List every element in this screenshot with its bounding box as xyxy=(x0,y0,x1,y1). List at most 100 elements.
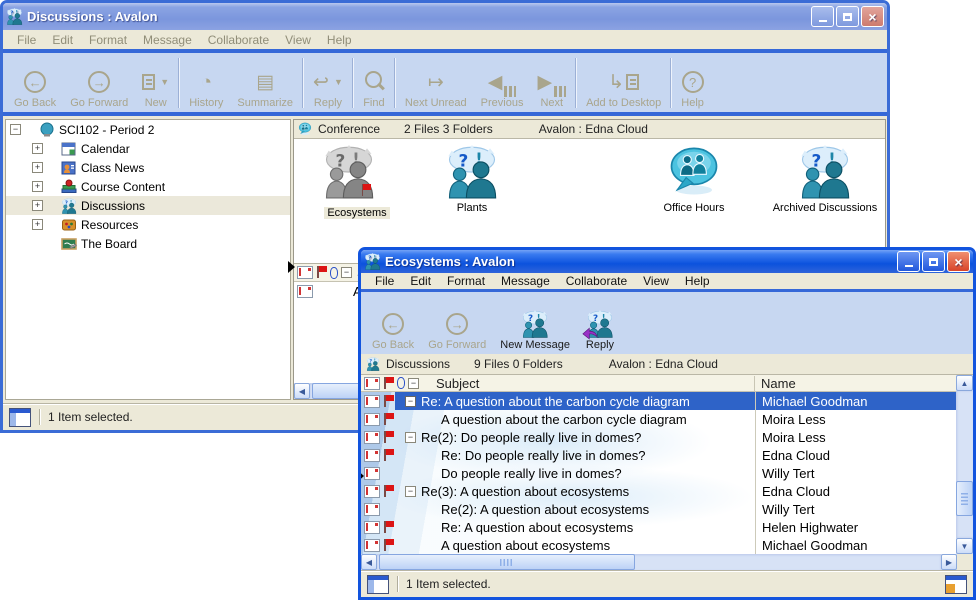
flag-icon xyxy=(361,184,372,197)
menu-edit[interactable]: Edit xyxy=(44,32,81,48)
message-row[interactable]: −Re(2): Do people really live in domes? … xyxy=(361,428,956,446)
tree-item-the-board[interactable]: + The Board xyxy=(6,234,290,253)
title-bar[interactable]: Discussions : Avalon × xyxy=(3,3,887,30)
title-bar[interactable]: Ecosystems : Avalon × xyxy=(361,250,973,273)
plants-icon xyxy=(445,145,499,199)
scrollbar-thumb[interactable] xyxy=(379,554,635,570)
conference-header: Conference 2 Files 3 Folders Avalon : Ed… xyxy=(294,120,885,139)
collapse-toggle[interactable]: − xyxy=(405,486,416,497)
vertical-scrollbar[interactable]: ▲ ▼ xyxy=(956,375,973,554)
menu-view[interactable]: View xyxy=(635,273,677,289)
expand-box[interactable]: + xyxy=(32,162,43,173)
toggle-pane-icon[interactable] xyxy=(9,408,31,427)
message-row[interactable]: A question about ecosystems Michael Good… xyxy=(361,536,956,554)
menu-file[interactable]: File xyxy=(367,273,402,289)
go-forward-button[interactable]: → Go Forward xyxy=(421,294,493,353)
message-icon xyxy=(364,503,380,516)
next-button[interactable]: ▶ Next xyxy=(530,55,573,111)
subject-text: Re: A question about ecosystems xyxy=(441,520,633,535)
scroll-left-arrow[interactable]: ◀ xyxy=(294,383,310,399)
reply-button[interactable]: Reply xyxy=(577,294,623,353)
maximize-button[interactable] xyxy=(922,251,945,272)
collapse-toggle[interactable]: − xyxy=(405,396,416,407)
attachment-column-icon xyxy=(397,377,405,389)
menu-file[interactable]: File xyxy=(9,32,44,48)
scroll-right-arrow[interactable]: ▶ xyxy=(941,554,957,570)
desktop-icon-archived-discussions[interactable]: Archived Discussions xyxy=(769,145,881,214)
message-row[interactable]: Re: Do people really live in domes? Edna… xyxy=(361,446,956,464)
expand-box[interactable]: + xyxy=(32,200,43,211)
message-icon xyxy=(364,539,380,552)
menu-help[interactable]: Help xyxy=(677,273,718,289)
go-forward-button[interactable]: → Go Forward xyxy=(63,55,135,111)
go-back-button[interactable]: ← Go Back xyxy=(365,294,421,353)
menu-edit[interactable]: Edit xyxy=(402,273,439,289)
scroll-left-arrow[interactable]: ◀ xyxy=(361,554,377,570)
menu-message[interactable]: Message xyxy=(135,32,200,48)
history-button[interactable]: ◔ History xyxy=(182,55,230,111)
new-message-button[interactable]: New Message xyxy=(493,294,577,353)
subject-column-label[interactable]: Subject xyxy=(436,376,754,391)
summarize-button[interactable]: ▤ Summarize xyxy=(230,55,300,111)
next-unread-icon: ↦ xyxy=(428,73,444,92)
reply-button[interactable]: ↩▼ Reply xyxy=(306,55,350,111)
view-mode-icon[interactable] xyxy=(945,575,967,594)
minimize-button[interactable] xyxy=(811,6,834,27)
desktop-icon-office-hours[interactable]: Office Hours xyxy=(646,145,742,214)
tree-item-course-content[interactable]: + Course Content xyxy=(6,177,290,196)
toolbar: ← Go Back → Go Forward ▼ New ◔ History ▤… xyxy=(3,53,887,112)
go-back-button[interactable]: ← Go Back xyxy=(7,55,63,111)
desktop-icon-ecosystems[interactable]: Ecosystems xyxy=(309,145,405,219)
horizontal-scrollbar[interactable]: ◀ ▶ xyxy=(361,554,973,570)
dropdown-arrow-icon[interactable]: ▼ xyxy=(160,77,169,87)
toolbar-separator xyxy=(670,58,672,108)
desktop-icon-plants[interactable]: Plants xyxy=(424,145,520,214)
resources-icon xyxy=(61,217,77,233)
menu-collaborate[interactable]: Collaborate xyxy=(200,32,277,48)
previous-button[interactable]: ◀ Previous xyxy=(474,55,531,111)
collapse-box[interactable]: − xyxy=(10,124,21,135)
next-unread-button[interactable]: ↦ Next Unread xyxy=(398,55,474,111)
expand-box[interactable]: + xyxy=(32,143,43,154)
message-row[interactable]: Re(2): A question about ecosystems Willy… xyxy=(361,500,956,518)
menu-view[interactable]: View xyxy=(277,32,319,48)
dropdown-arrow-icon[interactable]: ▼ xyxy=(334,77,343,87)
message-list-header[interactable]: − Subject Name xyxy=(361,375,973,392)
tree-item-resources[interactable]: + Resources xyxy=(6,215,290,234)
tree-item-class-news[interactable]: + Class News xyxy=(6,158,290,177)
new-button[interactable]: ▼ New xyxy=(135,55,176,111)
minimize-button[interactable] xyxy=(897,251,920,272)
conference-counts: 9 Files 0 Folders xyxy=(474,357,563,371)
find-button[interactable]: Find xyxy=(356,55,392,111)
scroll-down-arrow[interactable]: ▼ xyxy=(956,538,973,554)
collapse-toggle[interactable]: − xyxy=(405,432,416,443)
message-row[interactable]: A question about the carbon cycle diagra… xyxy=(361,410,956,428)
menu-format[interactable]: Format xyxy=(81,32,135,48)
scrollbar-thumb[interactable] xyxy=(956,481,973,516)
expand-box[interactable]: + xyxy=(32,219,43,230)
menu-format[interactable]: Format xyxy=(439,273,493,289)
message-row[interactable]: −Re(3): A question about ecosystems Edna… xyxy=(361,482,956,500)
close-button[interactable]: × xyxy=(947,251,970,272)
flag-icon xyxy=(383,449,394,462)
message-row[interactable]: −Re: A question about the carbon cycle d… xyxy=(361,392,956,410)
message-row[interactable]: Re: A question about ecosystems Helen Hi… xyxy=(361,518,956,536)
name-column-label[interactable]: Name xyxy=(754,376,956,391)
expand-box[interactable]: + xyxy=(32,181,43,192)
tree-item-course-root[interactable]: − SCI102 - Period 2 xyxy=(6,120,290,139)
help-button[interactable]: ? Help xyxy=(674,55,711,111)
toggle-pane-icon[interactable] xyxy=(367,575,389,594)
tree-item-calendar[interactable]: + Calendar xyxy=(6,139,290,158)
menu-message[interactable]: Message xyxy=(493,273,558,289)
close-button[interactable]: × xyxy=(861,6,884,27)
add-to-desktop-button[interactable]: ↳ Add to Desktop xyxy=(579,55,668,111)
message-row[interactable]: Do people really live in domes? Willy Te… xyxy=(361,464,956,482)
maximize-button[interactable] xyxy=(836,6,859,27)
conference-user: Avalon : Edna Cloud xyxy=(609,357,718,371)
menu-collaborate[interactable]: Collaborate xyxy=(558,273,635,289)
flag-icon xyxy=(383,431,394,444)
scroll-up-arrow[interactable]: ▲ xyxy=(956,375,973,391)
menu-help[interactable]: Help xyxy=(319,32,360,48)
conference-label: Discussions xyxy=(386,357,450,371)
tree-item-discussions[interactable]: + Discussions xyxy=(6,196,290,215)
